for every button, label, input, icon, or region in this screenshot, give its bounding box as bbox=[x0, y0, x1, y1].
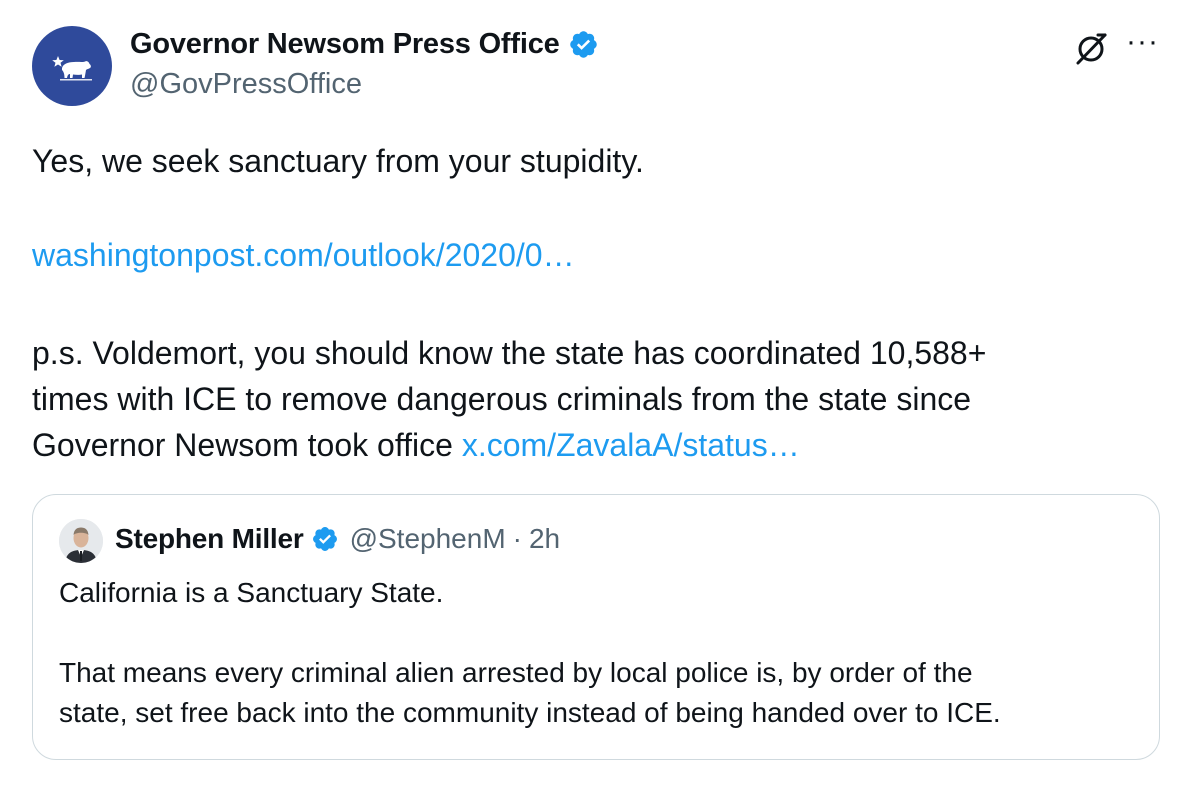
more-options-icon[interactable]: ··· bbox=[1126, 27, 1162, 62]
quoted-text-line: California is a Sanctuary State. bbox=[59, 577, 444, 608]
verified-badge-icon bbox=[312, 527, 337, 551]
quoted-tweet[interactable]: Stephen Miller @StephenM · 2h California… bbox=[32, 494, 1160, 760]
tweet-ps-paragraph: p.s. Voldemort, you should know the stat… bbox=[32, 330, 986, 468]
author-name[interactable]: Governor Newsom Press Office bbox=[130, 28, 560, 61]
washingtonpost-link[interactable]: washingtonpost.com/outlook/2020/0… bbox=[32, 237, 575, 273]
quoted-author-name[interactable]: Stephen Miller bbox=[115, 523, 304, 555]
quoted-text-line: state, set free back into the community … bbox=[59, 697, 1001, 728]
quoted-separator: · bbox=[512, 523, 522, 554]
quoted-timestamp[interactable]: 2h bbox=[529, 523, 560, 555]
quoted-header: Stephen Miller @StephenM · 2h bbox=[115, 523, 560, 555]
quoted-author-handle[interactable]: @StephenM bbox=[350, 523, 506, 555]
tweet-card: Governor Newsom Press Office @GovPressOf… bbox=[0, 0, 1196, 802]
grok-icon[interactable] bbox=[1072, 30, 1110, 68]
tweet-ps-line-with-link: Governor Newsom took office x.com/Zavala… bbox=[32, 422, 986, 468]
california-bear-icon bbox=[52, 56, 92, 81]
tweet-link-line: washingtonpost.com/outlook/2020/0… bbox=[32, 232, 575, 278]
quoted-text-paragraph: That means every criminal alien arrested… bbox=[59, 653, 1001, 733]
x-status-link[interactable]: x.com/ZavalaA/status… bbox=[462, 427, 800, 463]
tweet-ps-line: p.s. Voldemort, you should know the stat… bbox=[32, 335, 987, 371]
quoted-author-avatar[interactable] bbox=[59, 519, 103, 563]
tweet-ps-text: Governor Newsom took office bbox=[32, 427, 462, 463]
person-avatar-icon bbox=[59, 519, 103, 563]
quoted-text-line: That means every criminal alien arrested… bbox=[59, 657, 973, 688]
tweet-ps-line: times with ICE to remove dangerous crimi… bbox=[32, 381, 972, 417]
verified-badge-icon bbox=[569, 31, 597, 58]
tweet-text-line: Yes, we seek sanctuary from your stupidi… bbox=[32, 143, 644, 179]
author-avatar[interactable] bbox=[32, 26, 112, 106]
author-name-row: Governor Newsom Press Office bbox=[130, 28, 599, 61]
author-handle[interactable]: @GovPressOffice bbox=[130, 68, 362, 101]
